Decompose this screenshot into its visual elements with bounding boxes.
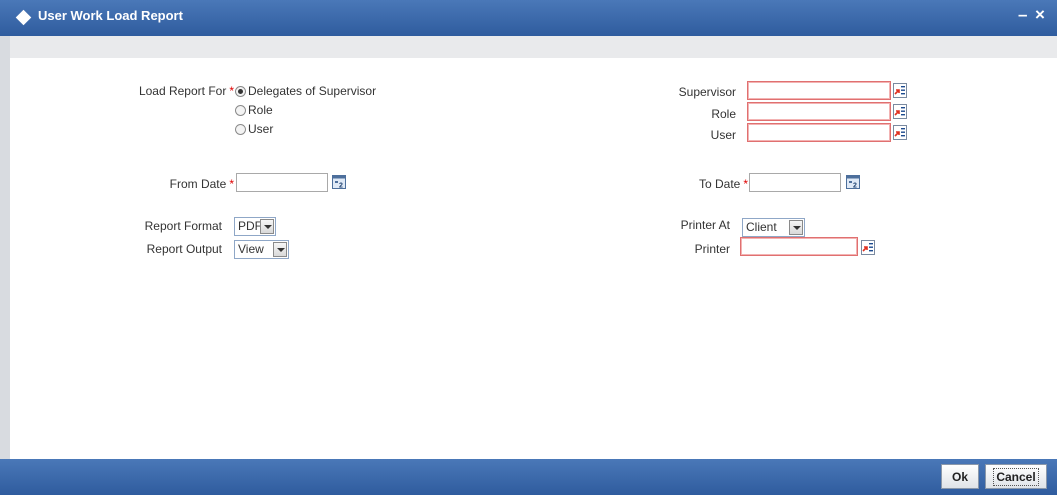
user-field[interactable]	[747, 123, 891, 142]
from-date-text: From Date	[169, 177, 227, 191]
chevron-down-icon[interactable]	[260, 219, 274, 234]
report-format-label: Report Format	[144, 219, 222, 233]
to-date-field[interactable]	[749, 173, 841, 192]
from-date-calendar-icon[interactable]: 2	[332, 175, 346, 190]
footer-bar: Ok Cancel	[0, 459, 1057, 495]
title-bar: User Work Load Report – ×	[0, 0, 1057, 36]
radio-role[interactable]: Role	[235, 103, 273, 117]
cancel-button[interactable]: Cancel	[985, 464, 1047, 489]
printer-lov-icon[interactable]	[861, 240, 875, 255]
role-field[interactable]	[747, 102, 891, 121]
supervisor-label: Supervisor	[678, 85, 736, 99]
close-button[interactable]: ×	[1035, 5, 1045, 25]
radio-delegates-of-supervisor[interactable]: Delegates of Supervisor	[235, 84, 376, 98]
minimize-button[interactable]: –	[1018, 5, 1027, 25]
required-mark: *	[229, 84, 234, 98]
to-date-text: To Date	[698, 177, 741, 191]
report-window: User Work Load Report – × Load Report Fo…	[0, 0, 1057, 495]
select-value: Client	[746, 220, 777, 234]
svg-text:2: 2	[339, 183, 343, 190]
role-label: Role	[711, 107, 736, 121]
radio-button[interactable]	[235, 123, 246, 135]
supervisor-field[interactable]	[747, 81, 891, 100]
from-date-field[interactable]	[236, 173, 328, 192]
report-output-select[interactable]: View	[234, 240, 289, 259]
report-output-label: Report Output	[146, 242, 222, 256]
header-band	[10, 36, 1057, 58]
ok-button-label: Ok	[951, 469, 968, 484]
load-report-for-label: Load Report For *	[110, 84, 234, 98]
report-format-select[interactable]: PDF	[234, 217, 276, 236]
chevron-down-icon[interactable]	[789, 220, 803, 235]
user-label: User	[710, 128, 736, 142]
window-diamond-icon	[15, 9, 32, 26]
required-mark: *	[229, 177, 234, 191]
required-mark: *	[743, 177, 748, 191]
radio-user[interactable]: User	[235, 122, 273, 136]
window-title: User Work Load Report	[38, 8, 183, 23]
role-lov-icon[interactable]	[893, 104, 907, 119]
select-value: PDF	[238, 219, 262, 233]
radio-label: Role	[248, 103, 273, 117]
svg-text:2: 2	[853, 183, 857, 190]
radio-button[interactable]	[235, 104, 246, 116]
printer-field[interactable]	[740, 237, 858, 256]
from-date-label: From Date *	[110, 177, 234, 191]
radio-button[interactable]	[235, 85, 246, 97]
user-lov-icon[interactable]	[893, 125, 907, 140]
radio-label: Delegates of Supervisor	[248, 84, 377, 98]
printer-at-select[interactable]: Client	[742, 218, 805, 237]
printer-at-label: Printer At	[680, 218, 730, 232]
to-date-calendar-icon[interactable]: 2	[846, 175, 860, 190]
select-value: View	[238, 242, 264, 256]
radio-label: User	[248, 122, 274, 136]
supervisor-lov-icon[interactable]	[893, 83, 907, 98]
left-edge-bar	[0, 36, 10, 459]
chevron-down-icon[interactable]	[273, 242, 287, 257]
ok-button[interactable]: Ok	[941, 464, 979, 489]
cancel-button-label: Cancel	[993, 467, 1039, 486]
to-date-label: To Date *	[600, 177, 748, 191]
load-report-for-text: Load Report For	[138, 84, 227, 98]
printer-label: Printer	[694, 242, 730, 256]
